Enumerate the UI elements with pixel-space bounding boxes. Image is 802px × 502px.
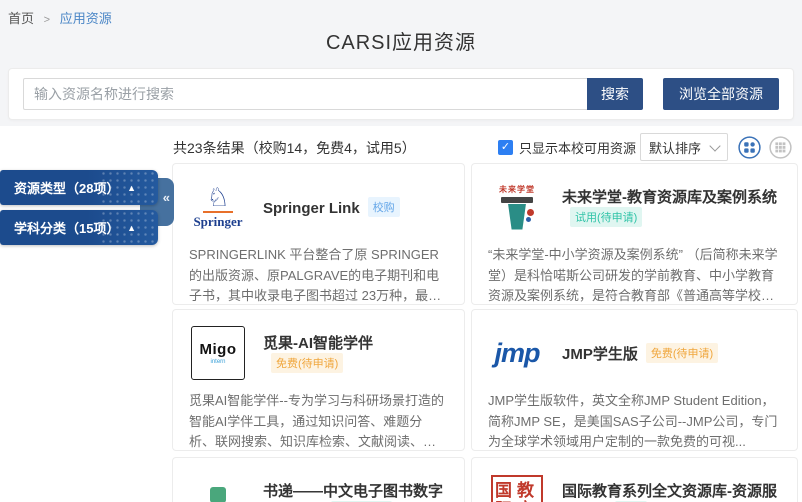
- page-title: CARSI应用资源: [0, 26, 802, 55]
- breadcrumb-home-link[interactable]: 首页: [8, 11, 34, 26]
- status-badge: 校购: [368, 197, 400, 217]
- triangle-up-icon: ▲: [127, 223, 136, 233]
- springer-logo: ♘ Springer: [189, 178, 247, 236]
- resource-card-weilaixuetang[interactable]: 未来学堂 未来学堂-教育资源库及案例系统试用(待申请) “未来学堂-中小学资源及…: [471, 163, 798, 305]
- results-summary: 共23条结果（校购14，免费4，试用5）: [173, 138, 416, 158]
- triangle-up-icon: ▲: [127, 183, 136, 193]
- card-title-row: 书递——中文电子图书数字出版平台试用 (待申: [263, 480, 448, 502]
- weilaixuetang-logo: 未来学堂: [488, 178, 546, 236]
- card-description: 觅果AI智能学伴--专为学习与科研场景打造的智能AI学伴工具，通过知识问答、难题…: [189, 391, 448, 451]
- card-title-row: 觅果-AI智能学伴免费(待申请): [263, 332, 448, 374]
- filter-resource-type-label: 资源类型（28项）: [0, 178, 119, 197]
- filter-sidebar: « 资源类型（28项） ▲ 学科分类（15项） ▲: [0, 170, 176, 250]
- only-available-checkbox[interactable]: ✓: [498, 140, 513, 155]
- chevron-down-icon: [709, 140, 720, 151]
- resource-card-migo[interactable]: Migo intern 觅果-AI智能学伴免费(待申请) 觅果AI智能学伴--专…: [172, 309, 465, 451]
- card-title: Springer Link: [263, 200, 360, 217]
- card-title: 未来学堂-教育资源库及案例系统: [562, 189, 777, 206]
- migo-logo: Migo intern: [189, 324, 247, 382]
- status-badge: 免费(待申请): [271, 353, 343, 373]
- resource-card-jmp[interactable]: jmp JMP学生版免费(待申请) JMP学生版软件，英文全称JMP Stude…: [471, 309, 798, 451]
- sort-selected-value: 默认排序: [649, 138, 701, 157]
- springer-knight-icon: ♘: [206, 184, 229, 210]
- view-toggle-group: [738, 136, 792, 159]
- filter-subject-category[interactable]: 学科分类（15项） ▲: [0, 210, 158, 245]
- collapse-icon: «: [163, 190, 170, 205]
- card-description: “未来学堂-中小学资源及案例系统” （后简称未来学堂）是科恰喏斯公司研发的学前教…: [488, 245, 781, 305]
- card-title-row: JMP学生版免费(待申请): [562, 343, 718, 364]
- shudi-mark-icon: [210, 487, 226, 502]
- search-panel: 搜索 浏览全部资源: [8, 68, 794, 120]
- table-view-icon[interactable]: [769, 136, 792, 159]
- shudi-logo: 书递: [189, 472, 247, 502]
- breadcrumb: 首页 > 应用资源: [8, 8, 112, 27]
- status-badge: 免费(待申请): [646, 343, 718, 363]
- card-title: 国际教育系列全文资源库-资源服务平台: [562, 483, 777, 502]
- podium-icon: [500, 197, 534, 231]
- breadcrumb-current-link[interactable]: 应用资源: [60, 11, 112, 26]
- resource-card-springer-link[interactable]: ♘ Springer Springer Link 校购 SPRINGERLINK …: [172, 163, 465, 305]
- status-badge: 试用(待申请): [570, 207, 642, 227]
- only-available-checkbox-label[interactable]: 只显示本校可用资源: [519, 138, 636, 157]
- browse-all-button[interactable]: 浏览全部资源: [663, 78, 779, 110]
- breadcrumb-separator: >: [44, 14, 50, 26]
- card-view-icon[interactable]: [738, 136, 761, 159]
- card-description: JMP学生版软件，英文全称JMP Student Edition，简称JMP S…: [488, 391, 781, 451]
- card-title: 觅果-AI智能学伴: [263, 335, 373, 352]
- card-title-row: 国际教育系列全文资源库-资源服务平台试用: [562, 480, 781, 502]
- results-controls: ✓ 只显示本校可用资源 默认排序: [498, 133, 792, 161]
- guojijiaoyu-logo: 国际 教育: [488, 472, 546, 502]
- card-title: 书递——中文电子图书数字出版平台: [263, 483, 443, 502]
- filter-subject-category-label: 学科分类（15项）: [0, 218, 119, 237]
- resource-card-guojijiaoyu[interactable]: 国际 教育 国际教育系列全文资源库-资源服务平台试用: [471, 457, 798, 502]
- search-input[interactable]: [23, 78, 587, 110]
- card-title-row: Springer Link 校购: [263, 197, 400, 218]
- card-title-row: 未来学堂-教育资源库及案例系统试用(待申请): [562, 186, 781, 228]
- resource-card-shudi[interactable]: 书递 书递——中文电子图书数字出版平台试用 (待申: [172, 457, 465, 502]
- jmp-logo: jmp: [488, 324, 546, 382]
- sort-select[interactable]: 默认排序: [640, 133, 728, 161]
- card-description: SPRINGERLINK 平台整合了原 SPRINGER 的出版资源、原PALG…: [189, 245, 448, 305]
- card-title: JMP学生版: [562, 346, 638, 363]
- search-button[interactable]: 搜索: [587, 78, 643, 110]
- filter-resource-type[interactable]: 资源类型（28项） ▲: [0, 170, 158, 205]
